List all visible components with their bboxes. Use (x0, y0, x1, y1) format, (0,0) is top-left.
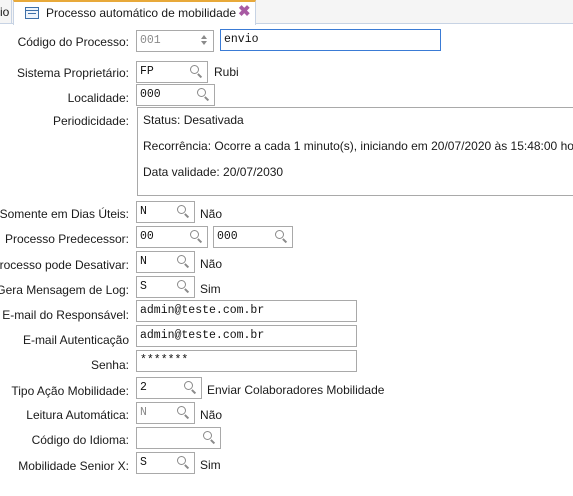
mobilidade-senior-x-input[interactable]: S (136, 452, 195, 474)
codigo-processo-spinner[interactable]: 001 (136, 30, 214, 52)
somente-dias-uteis-value: N (140, 205, 147, 218)
periodicidade-panel[interactable]: Status: Desativada Recorrência: Ocorre a… (137, 107, 573, 196)
leitura-automatica-input[interactable]: N (136, 402, 195, 424)
tipo-acao-mobilidade-label: Tipo Ação Mobilidade: (11, 384, 129, 398)
email-responsavel-row: E-mail do Responsável: (0, 307, 129, 327)
localidade-label: Localidade: (67, 91, 129, 105)
search-icon[interactable] (174, 203, 193, 221)
codigo-idioma-input[interactable] (136, 427, 221, 449)
tab-bar: io Processo automático de mobilidade ✖ (0, 0, 573, 25)
codigo-processo-label: Código do Processo: (17, 35, 129, 49)
nome-processo-value: envio (224, 33, 259, 46)
codigo-idioma-row: Código do Idioma: (0, 432, 129, 452)
search-icon[interactable] (187, 63, 206, 81)
spinner-arrows-icon[interactable] (201, 35, 209, 47)
somente-dias-uteis-input[interactable]: N (136, 201, 195, 223)
leitura-automatica-label: Leitura Automática: (26, 408, 129, 422)
email-autenticacao-label: E-mail Autenticação (22, 333, 129, 347)
search-icon[interactable] (187, 228, 206, 246)
gera-mensagem-log-label: Gera Mensagem de Log: (0, 283, 129, 297)
close-x-icon[interactable]: ✖ (238, 4, 251, 20)
periodicidade-row: Periodicidade: (0, 113, 129, 133)
search-icon[interactable] (174, 253, 193, 271)
search-icon[interactable] (174, 404, 193, 422)
periodicidade-label: Periodicidade: (52, 114, 129, 128)
leitura-automatica-description: Não (200, 408, 223, 422)
gera-mensagem-log-value: S (140, 280, 147, 293)
processo-predecessor-label: Processo Predecessor: (4, 232, 129, 246)
codigo-idioma-label: Código do Idioma: (31, 433, 129, 447)
search-icon[interactable] (200, 429, 219, 447)
sistema-proprietario-value: FP (140, 65, 154, 78)
tipo-acao-mobilidade-row: Tipo Ação Mobilidade: (0, 383, 129, 403)
senha-value: ******* (140, 354, 189, 367)
somente-dias-uteis-row: Somente em Dias Úteis: (0, 206, 129, 226)
localidade-row: Localidade: (0, 90, 129, 110)
sistema-proprietario-input[interactable]: FP (136, 61, 208, 83)
senha-input[interactable]: ******* (136, 350, 357, 372)
periodicidade-recorrencia: Recorrência: Ocorre a cada 1 minuto(s), … (143, 139, 573, 153)
sistema-proprietario-description: Rubi (214, 65, 239, 79)
processo-pode-desativar-value: N (140, 255, 147, 268)
gera-mensagem-log-input[interactable]: S (136, 276, 195, 298)
form-window-icon (25, 7, 39, 19)
localidade-value: 000 (140, 88, 161, 101)
tipo-acao-mobilidade-input[interactable]: 2 (136, 377, 202, 399)
mobilidade-senior-x-value: S (140, 456, 147, 469)
gera-mensagem-log-description: Sim (200, 282, 221, 296)
mobilidade-senior-x-row: Mobilidade Senior X: (0, 458, 129, 478)
email-autenticacao-input[interactable]: admin@teste.com.br (136, 325, 357, 347)
processo-pode-desativar-label: Processo pode Desativar: (0, 258, 129, 272)
processo-pode-desativar-description: Não (200, 257, 223, 271)
tab-title: Processo automático de mobilidade (46, 6, 237, 20)
tab-processo-automatico[interactable]: Processo automático de mobilidade ✖ (13, 0, 256, 25)
tipo-acao-mobilidade-value: 2 (140, 381, 147, 394)
localidade-input[interactable]: 000 (136, 84, 215, 106)
tab-previous[interactable]: io (0, 0, 12, 24)
sistema-proprietario-label: Sistema Proprietário: (16, 66, 129, 80)
search-icon[interactable] (174, 454, 193, 472)
somente-dias-uteis-description: Não (200, 207, 223, 221)
periodicidade-status: Status: Desativada (143, 113, 244, 127)
processo-predecessor-value2: 000 (217, 230, 238, 243)
mobilidade-senior-x-label: Mobilidade Senior X: (18, 459, 129, 473)
periodicidade-validade: Data validade: 20/07/2030 (143, 165, 284, 179)
processo-predecessor-row: Processo Predecessor: (0, 231, 129, 251)
processo-pode-desativar-input[interactable]: N (136, 251, 195, 273)
email-responsavel-value: admin@teste.com.br (140, 304, 265, 317)
leitura-automatica-row: Leitura Automática: (0, 407, 129, 427)
leitura-automatica-value: N (140, 406, 147, 419)
senha-row: Senha: (0, 357, 129, 377)
sistema-proprietario-row: Sistema Proprietário: (0, 65, 129, 85)
somente-dias-uteis-label: Somente em Dias Úteis: (0, 207, 129, 221)
search-icon[interactable] (194, 86, 213, 104)
processo-predecessor-codigo-input[interactable]: 000 (213, 226, 293, 248)
email-autenticacao-value: admin@teste.com.br (140, 329, 265, 342)
search-icon[interactable] (174, 278, 193, 296)
email-responsavel-input[interactable]: admin@teste.com.br (136, 300, 357, 322)
email-responsavel-label: E-mail do Responsável: (2, 308, 129, 322)
email-autenticacao-row: E-mail Autenticação (0, 332, 129, 352)
nome-processo-input[interactable]: envio (220, 29, 441, 51)
search-icon[interactable] (272, 228, 291, 246)
tab-previous-label: io (0, 5, 10, 19)
codigo-processo-row: Código do Processo: (0, 32, 129, 52)
senha-label: Senha: (90, 358, 129, 372)
search-icon[interactable] (181, 379, 200, 397)
mobilidade-senior-x-description: Sim (200, 458, 221, 472)
gera-mensagem-log-row: Gera Mensagem de Log: (0, 282, 129, 302)
processo-predecessor-value1: 00 (140, 230, 154, 243)
processo-predecessor-sistema-input[interactable]: 00 (136, 226, 208, 248)
processo-pode-desativar-row: Processo pode Desativar: (0, 257, 129, 277)
tipo-acao-mobilidade-description: Enviar Colaboradores Mobilidade (207, 383, 385, 397)
codigo-processo-value: 001 (140, 34, 161, 47)
